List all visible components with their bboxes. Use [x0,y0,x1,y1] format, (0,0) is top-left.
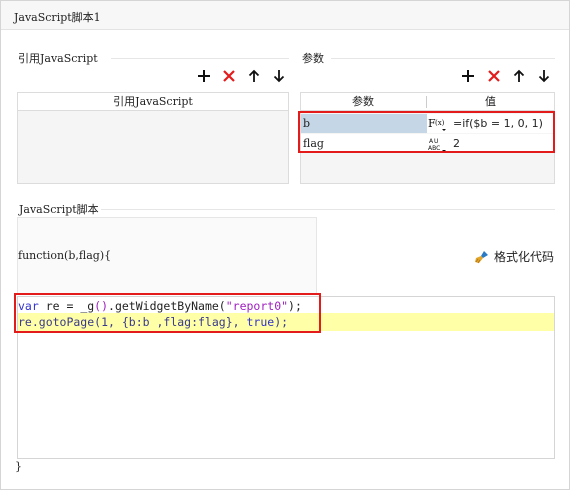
script-section-label: JavaScript脚本 [19,201,103,217]
function-signature: function(b,flag){ [18,249,112,262]
value-column-header: 值 [485,95,496,108]
close-icon[interactable] [486,68,502,84]
close-icon[interactable] [221,68,237,84]
params-highlight-box [298,111,555,153]
script-section-divider [101,209,555,210]
params-section-label: 参数 [302,50,328,66]
arrow-down-icon[interactable] [271,68,287,84]
ref-section-label: 引用JavaScript [18,50,102,66]
plus-icon[interactable] [460,68,476,84]
dialog-window: JavaScript脚本1 引用JavaScript 引用JavaScript … [0,0,570,490]
params-header: 参数 值 [301,93,554,111]
format-code-label: 格式化代码 [494,250,555,264]
ref-js-list[interactable]: 引用JavaScript [17,92,289,184]
ref-js-header: 引用JavaScript [18,93,288,111]
code-highlight-box [14,293,321,333]
format-code-button[interactable]: 格式化代码 [474,248,554,265]
ref-section-divider [111,58,289,59]
arrow-up-icon[interactable] [511,68,527,84]
arrow-up-icon[interactable] [246,68,262,84]
title-bar: JavaScript脚本1 [1,1,569,30]
arrow-down-icon[interactable] [536,68,552,84]
broom-icon [475,250,488,263]
param-column-header: 参数 [352,95,374,108]
params-section-divider [331,58,555,59]
closing-brace: } [15,460,22,473]
plus-icon[interactable] [196,68,212,84]
window-title: JavaScript脚本1 [14,11,101,24]
ref-js-column-header: 引用JavaScript [113,95,193,108]
